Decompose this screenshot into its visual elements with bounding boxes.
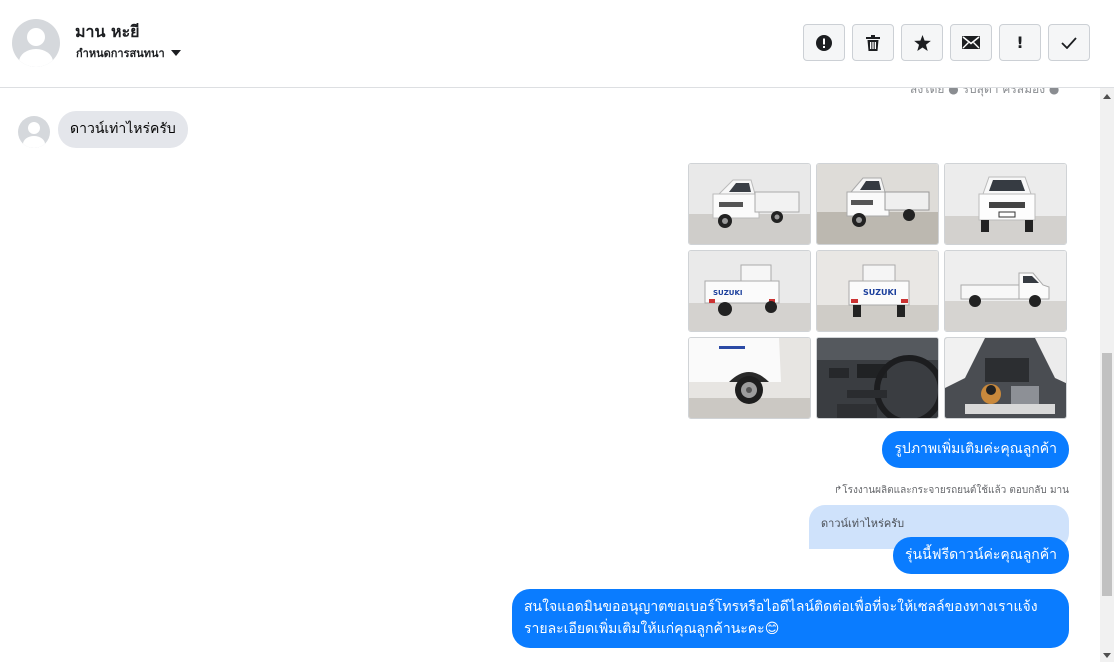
message-thread[interactable]: ส่งโดย ● รับสุดา ครสมอง ● ดาวน์เท่าไหร่ค…	[0, 88, 1100, 662]
photo-truck-side[interactable]	[944, 250, 1067, 332]
svg-text:SUZUKI: SUZUKI	[863, 288, 897, 297]
conversation-toolbar: !	[803, 24, 1090, 61]
photo-grid: SUZUKI SUZUKI	[688, 163, 1068, 419]
alert-circle-icon	[816, 34, 832, 51]
photo-truck-dashboard[interactable]	[816, 337, 939, 419]
outgoing-message: รุ่นนี้ฟรีดาวน์ค่ะคุณลูกค้า	[893, 537, 1069, 574]
photo-truck-rear[interactable]: SUZUKI	[816, 250, 939, 332]
star-button[interactable]	[901, 24, 943, 61]
contact-name[interactable]: มาน หะยี	[75, 20, 140, 45]
envelope-icon	[962, 36, 980, 49]
contact-avatar[interactable]	[12, 19, 60, 67]
sender-avatar	[18, 116, 50, 148]
photo-truck-front-left[interactable]	[688, 163, 811, 245]
photo-truck-rear-left[interactable]: SUZUKI	[688, 250, 811, 332]
scrollbar-thumb[interactable]	[1102, 353, 1112, 596]
scroll-down-arrow-icon[interactable]	[1103, 653, 1111, 658]
mark-spam-button[interactable]	[803, 24, 845, 61]
outgoing-message: รูปภาพเพิ่มเติมค่ะคุณลูกค้า	[882, 431, 1069, 468]
follow-up-button[interactable]: !	[999, 24, 1041, 61]
trash-icon	[866, 34, 880, 51]
reply-reference-note: ↱โรงงานผลิตและกระจายรถยนต์ใช้แล้ว ตอบกลั…	[833, 485, 1069, 496]
svg-text:SUZUKI: SUZUKI	[713, 289, 743, 297]
caret-down-icon	[170, 50, 181, 56]
photo-truck-front-left-2[interactable]	[816, 163, 939, 245]
truncated-sender-note: ส่งโดย ● รับสุดา ครสมอง ●	[910, 88, 1060, 96]
photo-truck-engine[interactable]	[944, 337, 1067, 419]
mark-done-button[interactable]	[1048, 24, 1090, 61]
conversation-header: มาน หะยี กำหนดการสนทนา !	[0, 0, 1114, 88]
photo-truck-wheel-closeup[interactable]	[688, 337, 811, 419]
star-icon	[913, 34, 931, 51]
outgoing-message: สนใจแอดมินขออนุญาตขอเบอร์โทรหรือไอดีไลน์…	[512, 589, 1069, 648]
exclamation-icon: !	[1016, 33, 1024, 52]
delete-button[interactable]	[852, 24, 894, 61]
scroll-up-arrow-icon[interactable]	[1103, 94, 1111, 99]
incoming-message: ดาวน์เท่าไหร่ครับ	[58, 111, 188, 148]
vertical-scrollbar[interactable]	[1100, 88, 1114, 662]
assign-conversation-label: กำหนดการสนทนา	[76, 47, 165, 60]
photo-truck-front[interactable]	[944, 163, 1067, 245]
checkmark-icon	[1061, 36, 1077, 49]
assign-conversation-dropdown[interactable]: กำหนดการสนทนา	[76, 44, 181, 62]
mark-unread-button[interactable]	[950, 24, 992, 61]
